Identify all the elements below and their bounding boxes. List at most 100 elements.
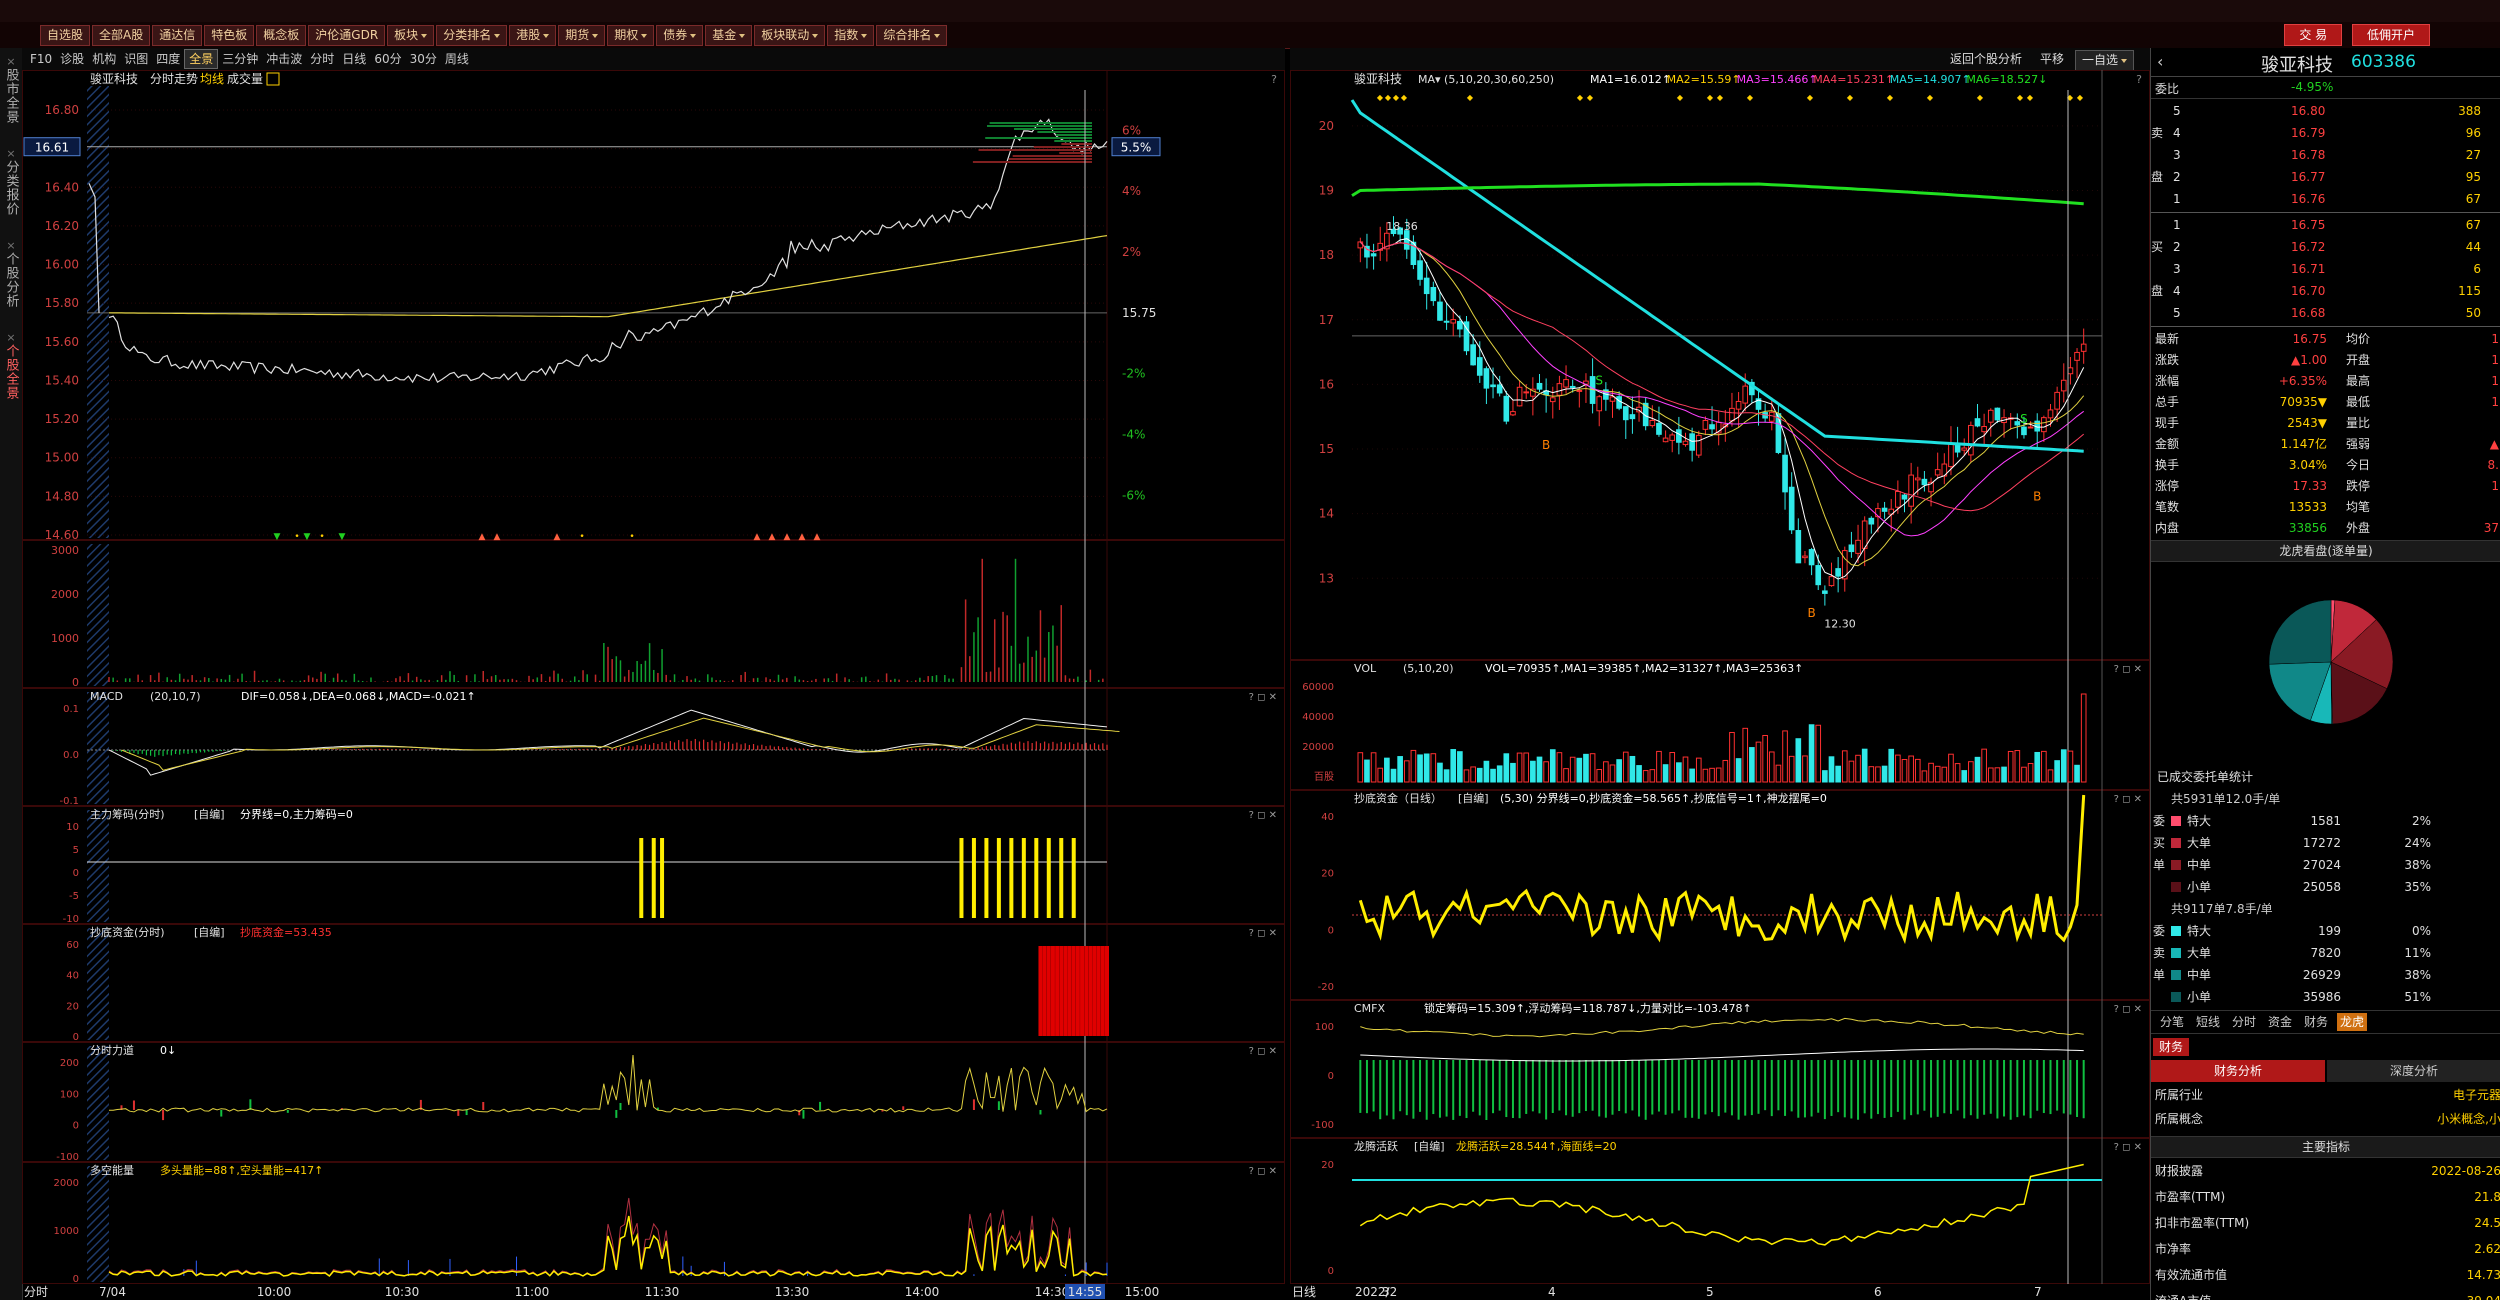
toolbar-button-0[interactable]: 自选股 xyxy=(40,25,91,46)
back-to-analysis-link[interactable]: 返回个股分析 xyxy=(1950,48,2022,70)
bottom-tab-2[interactable]: 分时 xyxy=(2229,1013,2259,1031)
sell-order-stats: 委 特大 199 0% 卖 大单 7820 11% 单 中单 26929 38% 小单 35986 51% xyxy=(2151,920,2500,1008)
volume-bar xyxy=(1695,757,1702,783)
watchlist-select[interactable]: 一自选 xyxy=(2075,50,2135,71)
close-icon[interactable]: × xyxy=(0,148,22,160)
close-icon[interactable]: × xyxy=(0,240,22,252)
stat-label: 今日 xyxy=(2346,458,2371,472)
tab-4[interactable]: 四度 xyxy=(152,48,184,70)
close-icon[interactable]: × xyxy=(0,332,22,344)
sell-order-row[interactable]: 3 16.78 27 xyxy=(2151,144,2500,166)
tab-0[interactable]: F10 xyxy=(26,48,56,70)
price-axis-label: 16.40 xyxy=(45,180,79,194)
buy-order-row[interactable]: 买 2 16.72 44 xyxy=(2151,236,2500,258)
sell-order-row[interactable]: 1 16.76 67 xyxy=(2151,188,2500,210)
volume-bar xyxy=(1490,768,1496,783)
finance-analysis-tab[interactable]: 财务分析 xyxy=(2151,1060,2325,1082)
order-size-volume: 17272 xyxy=(2302,836,2341,850)
toolbar-button-11[interactable]: 债券 xyxy=(656,25,704,46)
toolbar-button-9[interactable]: 期货 xyxy=(558,25,606,46)
toolbar-button-14[interactable]: 指数 xyxy=(827,25,875,46)
open-account-button[interactable]: 低佣开户 xyxy=(2351,24,2430,46)
kline-candle xyxy=(1914,477,1921,481)
tab-2[interactable]: 机构 xyxy=(88,48,120,70)
volume-bar xyxy=(1503,753,1510,783)
bottom-tab-1[interactable]: 短线 xyxy=(2193,1013,2223,1031)
pan-button[interactable]: 平移 xyxy=(2040,48,2064,70)
tab-8[interactable]: 分时 xyxy=(306,48,338,70)
left-strip-item-0[interactable]: × 股市全景 xyxy=(0,56,22,125)
tab-11[interactable]: 30分 xyxy=(406,48,441,70)
left-strip-item-3[interactable]: × 个股全景 xyxy=(0,332,22,401)
volume-bar xyxy=(2007,750,2014,783)
pre-market-hatch xyxy=(87,692,109,804)
tab-5[interactable]: 全景 xyxy=(184,49,219,69)
intraday-chart-area[interactable]: 骏亚科技分时走势均线成交量?16.8016.6016.4016.2016.001… xyxy=(22,70,1285,1300)
volume-bar xyxy=(1954,763,1961,783)
indicator-name: 抄底资金(分时) xyxy=(90,925,165,939)
stat-label: 跌停 xyxy=(2346,479,2371,493)
toolbar-button-13[interactable]: 板块联动 xyxy=(754,25,826,46)
tab-1[interactable]: 诊股 xyxy=(56,48,88,70)
toolbar-button-5[interactable]: 沪伦通GDR xyxy=(308,25,386,46)
help-icon: ? xyxy=(2136,73,2142,86)
buy-order-row[interactable]: 1 16.75 67 xyxy=(2151,214,2500,236)
left-strip-item-1[interactable]: × 分类报价 xyxy=(0,148,22,217)
toolbar-button-3[interactable]: 特色板 xyxy=(204,25,255,46)
daily-kline-chart-area[interactable]: 骏亚科技 MA▾ (5,10,20,30,60,250) MA1=16.012↑MA… xyxy=(1290,70,2150,1300)
toolbar-button-7[interactable]: 分类排名 xyxy=(436,25,508,46)
tab-9[interactable]: 日线 xyxy=(338,48,370,70)
toolbar-button-2[interactable]: 通达信 xyxy=(152,25,203,46)
indicator-axis-label: 40 xyxy=(66,971,79,982)
volume-bar xyxy=(1928,762,1934,783)
volume-bar xyxy=(1888,748,1895,783)
finance-tab[interactable]: 财务 xyxy=(2153,1038,2190,1056)
price-axis-label: 16.20 xyxy=(45,219,79,233)
toolbar-button-15[interactable]: 综合排名 xyxy=(876,25,948,46)
sell-order-row[interactable]: 5 16.80 388 xyxy=(2151,100,2500,122)
back-arrow-icon[interactable]: ‹ xyxy=(2157,52,2163,71)
legend-swatch xyxy=(2171,882,2181,892)
tab-3[interactable]: 识图 xyxy=(120,48,152,70)
buy-order-row[interactable]: 3 16.71 6 xyxy=(2151,258,2500,280)
close-icon[interactable]: × xyxy=(0,56,22,68)
buy-order-row[interactable]: 5 16.68 50 xyxy=(2151,302,2500,324)
dropdown-icon[interactable] xyxy=(266,72,280,86)
tab-10[interactable]: 60分 xyxy=(370,48,405,70)
bottom-tab-4[interactable]: 财务 xyxy=(2301,1013,2331,1031)
indicator-axis-label: 5 xyxy=(73,845,79,856)
toolbar-button-6[interactable]: 板块 xyxy=(387,25,435,46)
intraday-force-line xyxy=(109,1054,1108,1113)
volume-bar xyxy=(1390,768,1397,783)
tab-7[interactable]: 冲击波 xyxy=(262,48,306,70)
bottom-tab-3[interactable]: 资金 xyxy=(2265,1013,2295,1031)
signal-marker: • xyxy=(629,532,634,542)
event-marker: ◆ xyxy=(2027,93,2034,102)
volume-bar xyxy=(1815,724,1822,783)
volume-bar xyxy=(1795,738,1802,783)
buy-order-row[interactable]: 盘 4 16.70 115 xyxy=(2151,280,2500,302)
deep-analysis-tab[interactable]: 深度分析 xyxy=(2327,1060,2500,1082)
intraday-mode-label: 分时走势 xyxy=(150,72,198,86)
depth-bar xyxy=(1037,131,1092,133)
sell-order-row[interactable]: 盘 2 16.77 95 xyxy=(2151,166,2500,188)
toolbar-button-1[interactable]: 全部A股 xyxy=(92,25,151,46)
indicator-axis-label: 百股 xyxy=(1314,771,1334,783)
toolbar-button-8[interactable]: 港股 xyxy=(509,25,557,46)
ma-value: MA5=14.907↑ xyxy=(1890,73,1971,86)
tab-12[interactable]: 周线 xyxy=(441,48,473,70)
bottom-tab-0[interactable]: 分笔 xyxy=(2157,1013,2187,1031)
trade-button[interactable]: 交 易 xyxy=(2284,24,2343,46)
left-strip-item-2[interactable]: × 个股分析 xyxy=(0,240,22,309)
stat-value: 3.04% xyxy=(2288,458,2327,472)
toolbar-button-12[interactable]: 基金 xyxy=(705,25,753,46)
panel-controls: ? ◻ ✕ xyxy=(2114,1142,2142,1153)
tab-6[interactable]: 三分钟 xyxy=(218,48,262,70)
order-volume: 95 xyxy=(2465,170,2481,184)
stat-value: 1 xyxy=(2491,395,2499,409)
bottom-tab-5[interactable]: 龙虎 xyxy=(2337,1013,2368,1031)
toolbar-button-4[interactable]: 概念板 xyxy=(256,25,307,46)
toolbar-button-10[interactable]: 期权 xyxy=(607,25,655,46)
side-label: 买 xyxy=(2151,240,2164,254)
sell-order-row[interactable]: 卖 4 16.79 96 xyxy=(2151,122,2500,144)
